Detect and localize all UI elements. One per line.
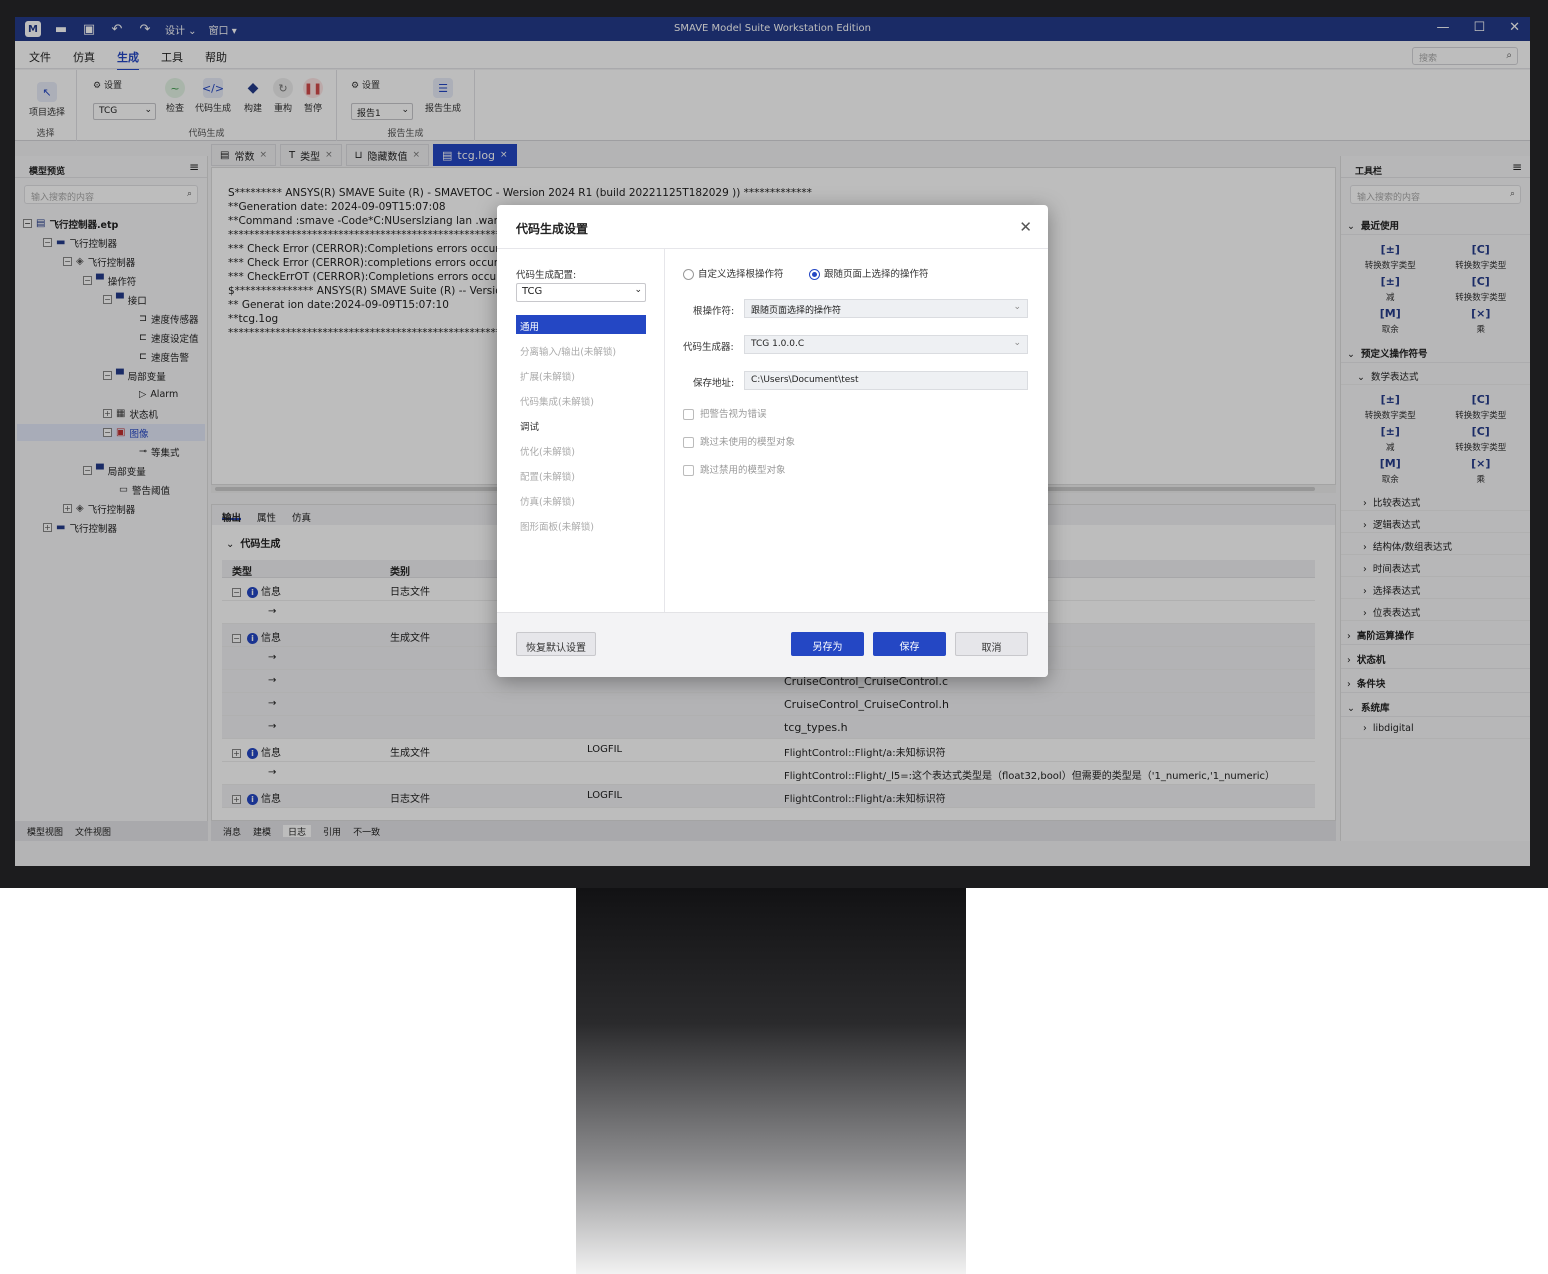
chk-skip-disabled[interactable]: 跳过禁用的模型对象 xyxy=(683,462,786,476)
root-op-select[interactable]: 跟随页面选择的操作符 ⌄ xyxy=(744,299,1028,318)
nav-io-split[interactable]: 分离输入/输出(未解锁) xyxy=(516,340,646,359)
path-label: 保存地址: xyxy=(693,378,735,389)
generator-label: 代码生成器: xyxy=(683,342,734,353)
dialog-title: 代码生成设置 xyxy=(516,222,589,236)
config-label: 代码生成配置: xyxy=(516,270,577,281)
nav-integration[interactable]: 代码集成(未解锁) xyxy=(516,390,646,409)
radio-custom-root[interactable]: 自定义选择根操作符 xyxy=(683,266,784,280)
checkbox-icon xyxy=(683,465,694,476)
save-as-button[interactable]: 另存为 xyxy=(791,632,864,656)
radio-checked-icon xyxy=(809,269,820,280)
app-window: M ▬ ▣ ↶ ↷ 设计 ⌄ 窗口 ▾ SMAVE Model Suite Wo… xyxy=(15,17,1530,866)
chk-warnings-as-errors[interactable]: 把警告视为错误 xyxy=(683,406,767,420)
nav-config[interactable]: 配置(未解锁) xyxy=(516,465,646,484)
close-icon[interactable]: ✕ xyxy=(1019,218,1032,236)
nav-extension[interactable]: 扩展(未解锁) xyxy=(516,365,646,384)
codegen-settings-dialog: 代码生成设置 ✕ 代码生成配置: TCG ⌄ 通用 分离输入/输出(未解锁) 扩展… xyxy=(497,205,1048,677)
chevron-down-icon: ⌄ xyxy=(634,285,642,295)
dialog-content: 自定义选择根操作符 跟随页面上选择的操作符 根操作符: 跟随页面选择的操作符 ⌄ … xyxy=(665,248,1048,612)
config-select[interactable]: TCG ⌄ xyxy=(516,283,646,302)
nav-optimize[interactable]: 优化(未解锁) xyxy=(516,440,646,459)
root-op-label: 根操作符: xyxy=(693,306,735,317)
dialog-nav: 代码生成配置: TCG ⌄ 通用 分离输入/输出(未解锁) 扩展(未解锁) 代码集… xyxy=(497,248,665,612)
restore-defaults-button[interactable]: 恢复默认设置 xyxy=(516,632,596,656)
monitor-stand xyxy=(576,888,966,1274)
nav-general[interactable]: 通用 xyxy=(516,315,646,334)
cancel-button[interactable]: 取消 xyxy=(955,632,1028,656)
nav-simulation[interactable]: 仿真(未解锁) xyxy=(516,490,646,509)
save-button[interactable]: 保存 xyxy=(873,632,946,656)
nav-debug[interactable]: 调试 xyxy=(516,415,646,434)
checkbox-icon xyxy=(683,409,694,420)
nav-graphics-panel[interactable]: 图形面板(未解锁) xyxy=(516,515,646,534)
dialog-footer: 恢复默认设置 另存为 保存 取消 xyxy=(497,612,1048,677)
chk-skip-unused[interactable]: 跳过未使用的模型对象 xyxy=(683,434,795,448)
radio-icon xyxy=(683,269,694,280)
path-input[interactable]: C:\Users\Document\test xyxy=(744,371,1028,390)
chevron-down-icon: ⌄ xyxy=(1013,302,1021,312)
checkbox-icon xyxy=(683,437,694,448)
radio-follow-page[interactable]: 跟随页面上选择的操作符 xyxy=(809,266,929,280)
chevron-down-icon: ⌄ xyxy=(1013,338,1021,348)
generator-select[interactable]: TCG 1.0.0.C ⌄ xyxy=(744,335,1028,354)
